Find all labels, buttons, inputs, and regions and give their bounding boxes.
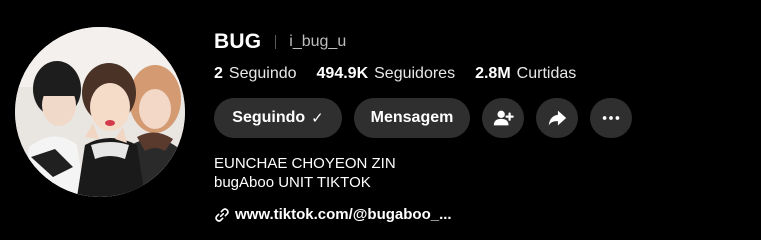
add-friend-button[interactable]: [482, 98, 524, 138]
share-button[interactable]: [536, 98, 578, 138]
name-separator: [275, 35, 277, 49]
following-label: Seguindo: [228, 65, 297, 82]
followers-count: 494.9K: [316, 65, 369, 82]
bio-line-1: EUNCHAE CHOYEON ZIN: [214, 155, 396, 172]
bio: EUNCHAE CHOYEON ZIN bugAboo UNIT TIKTOK: [214, 154, 396, 192]
profile-link-text: www.tiktok.com/@bugaboo_...: [235, 206, 452, 223]
more-dots-icon: [602, 116, 620, 120]
following-count: 2: [214, 65, 223, 82]
message-button[interactable]: Mensagem: [354, 98, 470, 138]
following-stat[interactable]: 2 Seguindo: [214, 65, 297, 83]
person-plus-icon: [493, 110, 514, 126]
display-name: BUG: [214, 30, 262, 53]
following-button[interactable]: Seguindo ✓: [214, 98, 342, 138]
avatar-photo: [15, 27, 185, 197]
more-button[interactable]: [590, 98, 632, 138]
bio-line-2: bugAboo UNIT TIKTOK: [214, 174, 371, 191]
username: i_bug_u: [289, 33, 347, 50]
action-buttons: Seguindo ✓ Mensagem: [214, 98, 644, 138]
profile-avatar[interactable]: [15, 27, 185, 197]
stats-row: 2 Seguindo 494.9K Seguidores 2.8M Curtid…: [214, 65, 596, 83]
check-icon: ✓: [311, 110, 324, 127]
followers-stat[interactable]: 494.9K Seguidores: [317, 65, 456, 83]
profile-link[interactable]: www.tiktok.com/@bugaboo_...: [214, 206, 452, 223]
followers-label: Seguidores: [374, 65, 456, 82]
likes-count: 2.8M: [475, 65, 511, 82]
likes-label: Curtidas: [516, 65, 577, 82]
message-button-label: Mensagem: [370, 109, 454, 126]
share-arrow-icon: [548, 110, 567, 126]
link-icon: [214, 207, 230, 223]
likes-stat: 2.8M Curtidas: [475, 65, 576, 83]
following-button-label: Seguindo: [232, 109, 306, 126]
name-row: BUG i_bug_u: [214, 30, 346, 54]
